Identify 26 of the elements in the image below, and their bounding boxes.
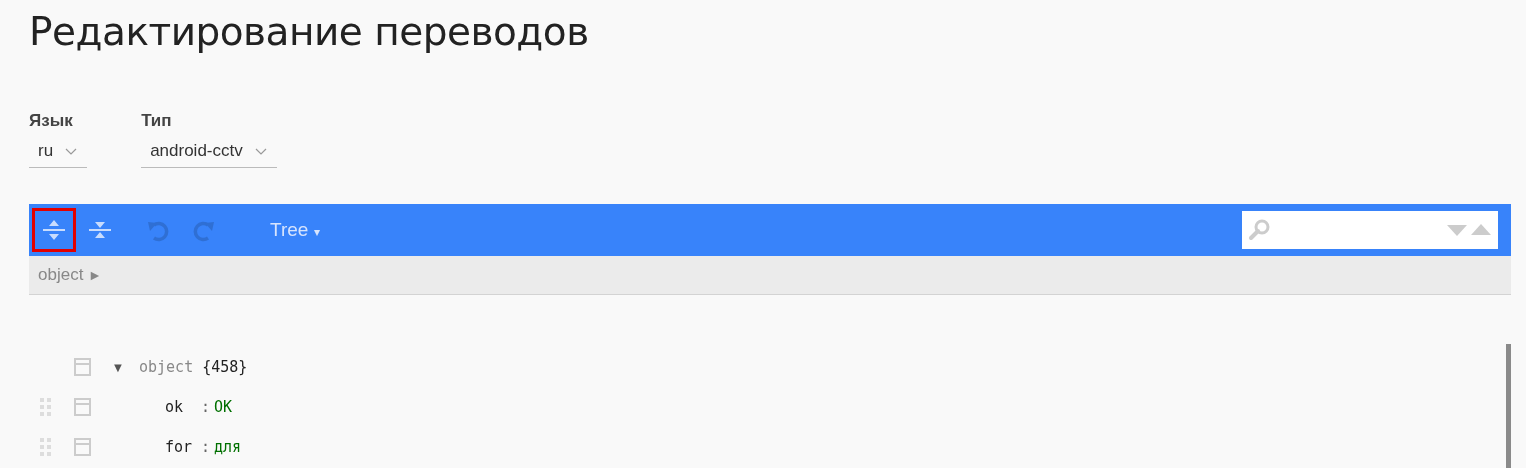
drag-handle-icon[interactable] (40, 398, 52, 416)
drag-handle-icon[interactable] (40, 438, 52, 456)
node-key[interactable]: ok (165, 398, 201, 416)
field-label: Тип (141, 111, 173, 131)
context-menu-icon[interactable] (74, 438, 91, 456)
node-key: object (139, 358, 194, 376)
expand-button[interactable] (32, 208, 76, 252)
colon-separator: : (201, 398, 211, 416)
previous-result-icon[interactable] (1470, 223, 1492, 237)
node-key[interactable]: for (165, 438, 201, 456)
chevron-down-icon (65, 147, 78, 155)
context-menu-icon[interactable] (74, 358, 91, 376)
dropdown[interactable]: android-cctv (141, 139, 277, 168)
node-count: {458} (202, 358, 248, 376)
chevron-down-icon (254, 147, 267, 155)
colon-separator: : (201, 438, 211, 456)
context-menu-icon[interactable] (74, 398, 91, 416)
field-label: Язык (29, 111, 74, 131)
node-value[interactable]: OK (214, 398, 233, 416)
page-title: Редактирование переводов (29, 8, 590, 55)
expand-toggle[interactable]: ▼ (109, 359, 127, 375)
dropdown[interactable]: ru (29, 139, 88, 168)
next-result-icon[interactable] (1446, 223, 1468, 237)
node-value[interactable]: для (214, 438, 242, 456)
search-icon (1248, 218, 1272, 242)
search-field[interactable] (1242, 211, 1498, 249)
